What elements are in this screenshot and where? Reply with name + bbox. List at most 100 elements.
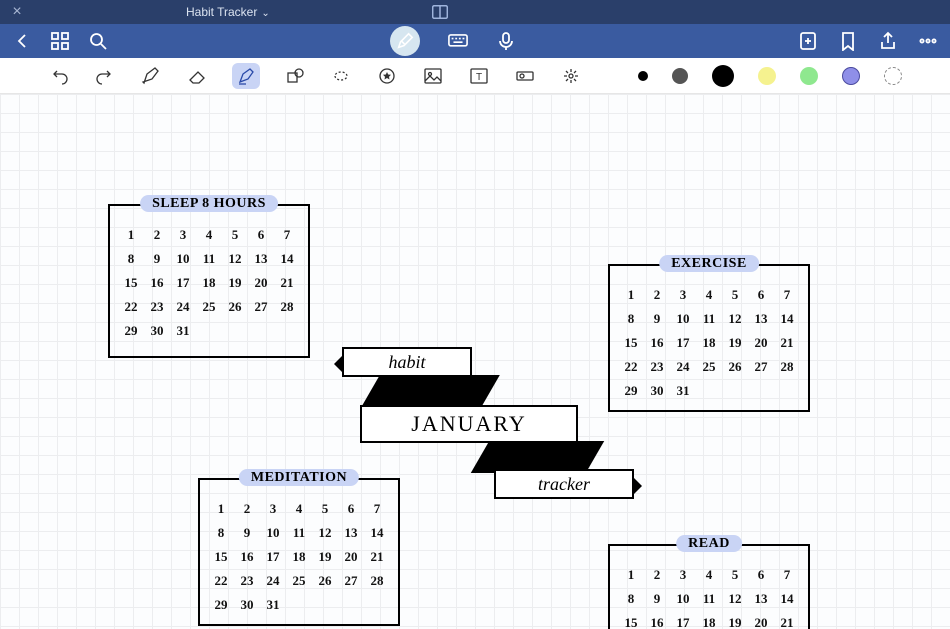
tape-tool-icon[interactable] <box>514 65 536 87</box>
day-cell[interactable]: 31 <box>672 380 694 402</box>
day-cell[interactable]: 29 <box>120 320 142 342</box>
day-cell[interactable]: 15 <box>210 546 232 568</box>
day-cell[interactable]: 7 <box>776 284 798 306</box>
day-cell[interactable]: 17 <box>672 612 694 629</box>
day-cell[interactable]: 2 <box>646 284 668 306</box>
thumbnails-icon[interactable] <box>50 31 70 51</box>
day-cell[interactable]: 24 <box>672 356 694 378</box>
day-cell[interactable]: 6 <box>750 284 772 306</box>
day-cell[interactable]: 31 <box>172 320 194 342</box>
add-page-icon[interactable] <box>798 31 818 51</box>
day-cell[interactable]: 3 <box>672 564 694 586</box>
redo-icon[interactable] <box>94 65 116 87</box>
day-cell[interactable]: 11 <box>288 522 310 544</box>
day-cell[interactable]: 21 <box>776 332 798 354</box>
day-cell[interactable]: 19 <box>314 546 336 568</box>
day-cell[interactable]: 3 <box>262 498 284 520</box>
day-cell[interactable]: 1 <box>620 284 642 306</box>
day-cell[interactable]: 1 <box>120 224 142 246</box>
undo-icon[interactable] <box>48 65 70 87</box>
highlighter-tool-icon[interactable] <box>232 63 260 89</box>
day-cell[interactable]: 8 <box>620 308 642 330</box>
day-cell[interactable]: 5 <box>724 564 746 586</box>
day-cell[interactable]: 26 <box>724 356 746 378</box>
day-cell[interactable]: 16 <box>646 332 668 354</box>
day-cell[interactable]: 19 <box>224 272 246 294</box>
day-cell[interactable]: 20 <box>750 612 772 629</box>
day-cell[interactable]: 31 <box>262 594 284 616</box>
stroke-size-medium[interactable] <box>672 68 688 84</box>
day-cell[interactable]: 15 <box>120 272 142 294</box>
day-cell[interactable]: 12 <box>224 248 246 270</box>
day-cell[interactable]: 14 <box>366 522 388 544</box>
day-cell[interactable]: 17 <box>672 332 694 354</box>
share-icon[interactable] <box>878 31 898 51</box>
split-view-icon[interactable] <box>430 2 450 22</box>
day-cell[interactable]: 25 <box>288 570 310 592</box>
day-cell[interactable]: 6 <box>750 564 772 586</box>
day-cell[interactable]: 23 <box>146 296 168 318</box>
day-cell[interactable]: 11 <box>198 248 220 270</box>
day-cell[interactable]: 9 <box>236 522 258 544</box>
day-cell[interactable]: 21 <box>366 546 388 568</box>
day-cell[interactable]: 12 <box>724 308 746 330</box>
day-cell[interactable]: 25 <box>698 356 720 378</box>
day-cell[interactable]: 30 <box>146 320 168 342</box>
day-cell[interactable]: 30 <box>646 380 668 402</box>
search-icon[interactable] <box>88 31 108 51</box>
day-cell[interactable]: 10 <box>172 248 194 270</box>
day-cell[interactable]: 12 <box>314 522 336 544</box>
day-cell[interactable]: 29 <box>210 594 232 616</box>
day-cell[interactable]: 27 <box>750 356 772 378</box>
day-cell[interactable]: 14 <box>776 308 798 330</box>
document-title[interactable]: Habit Tracker <box>186 5 270 19</box>
day-cell[interactable]: 21 <box>276 272 298 294</box>
image-tool-icon[interactable] <box>422 65 444 87</box>
day-cell[interactable]: 4 <box>698 564 720 586</box>
day-cell[interactable]: 24 <box>172 296 194 318</box>
elements-tool-icon[interactable] <box>560 65 582 87</box>
day-cell[interactable]: 5 <box>724 284 746 306</box>
day-cell[interactable]: 10 <box>672 308 694 330</box>
day-cell[interactable]: 2 <box>646 564 668 586</box>
day-cell[interactable]: 2 <box>146 224 168 246</box>
day-cell[interactable]: 13 <box>750 308 772 330</box>
canvas[interactable]: SLEEP 8 HOURS123456789101112131415161718… <box>0 94 950 629</box>
day-cell[interactable]: 7 <box>776 564 798 586</box>
day-cell[interactable]: 9 <box>646 588 668 610</box>
day-cell[interactable]: 28 <box>366 570 388 592</box>
day-cell[interactable]: 3 <box>172 224 194 246</box>
day-cell[interactable]: 8 <box>210 522 232 544</box>
day-cell[interactable]: 16 <box>146 272 168 294</box>
text-tool-icon[interactable]: T <box>468 65 490 87</box>
day-cell[interactable]: 11 <box>698 588 720 610</box>
color-swatch-green[interactable] <box>800 67 818 85</box>
day-cell[interactable]: 10 <box>262 522 284 544</box>
mic-icon[interactable] <box>496 31 516 51</box>
day-cell[interactable]: 26 <box>314 570 336 592</box>
day-cell[interactable]: 17 <box>172 272 194 294</box>
day-cell[interactable]: 1 <box>620 564 642 586</box>
day-cell[interactable]: 24 <box>262 570 284 592</box>
day-cell[interactable]: 3 <box>672 284 694 306</box>
day-cell[interactable]: 18 <box>698 332 720 354</box>
day-cell[interactable]: 4 <box>198 224 220 246</box>
day-cell[interactable]: 16 <box>646 612 668 629</box>
day-cell[interactable]: 8 <box>120 248 142 270</box>
day-cell[interactable]: 11 <box>698 308 720 330</box>
day-cell[interactable]: 14 <box>776 588 798 610</box>
day-cell[interactable]: 27 <box>340 570 362 592</box>
draw-mode-icon[interactable] <box>390 26 420 56</box>
day-cell[interactable]: 20 <box>250 272 272 294</box>
day-cell[interactable]: 1 <box>210 498 232 520</box>
day-cell[interactable]: 23 <box>646 356 668 378</box>
day-cell[interactable]: 8 <box>620 588 642 610</box>
day-cell[interactable]: 2 <box>236 498 258 520</box>
stroke-size-large[interactable] <box>712 65 734 87</box>
day-cell[interactable]: 13 <box>340 522 362 544</box>
color-picker-icon[interactable] <box>884 67 902 85</box>
day-cell[interactable]: 28 <box>276 296 298 318</box>
day-cell[interactable]: 21 <box>776 612 798 629</box>
day-cell[interactable]: 23 <box>236 570 258 592</box>
day-cell[interactable]: 7 <box>276 224 298 246</box>
